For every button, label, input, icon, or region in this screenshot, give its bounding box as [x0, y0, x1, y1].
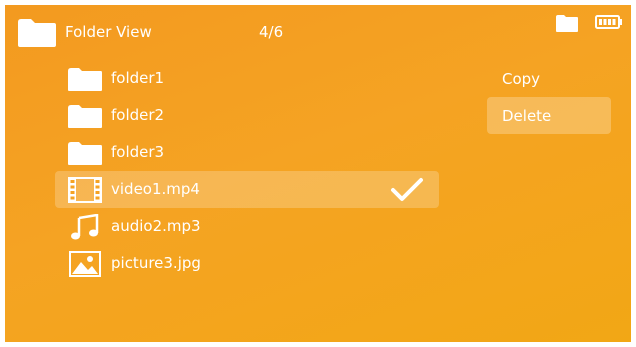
folder-icon: [18, 19, 56, 47]
list-item-label: picture3.jpg: [111, 254, 201, 272]
file-list: folder1 folder2 folder3 video1.mp4 audio…: [55, 60, 439, 282]
copy-label: Copy: [502, 70, 541, 88]
delete-label: Delete: [502, 107, 552, 125]
list-item-audio2[interactable]: audio2.mp3: [55, 208, 439, 245]
folder-icon: [556, 15, 578, 32]
folder-icon: [68, 105, 102, 128]
copy-button[interactable]: Copy: [487, 60, 611, 97]
music-note-icon: [71, 214, 99, 240]
list-item-video1[interactable]: video1.mp4: [55, 171, 439, 208]
battery-icon: [595, 15, 622, 29]
list-item-label: folder2: [111, 106, 165, 124]
list-item-label: audio2.mp3: [111, 217, 201, 235]
page-title: Folder View: [65, 23, 152, 41]
list-item-label: folder1: [111, 69, 165, 87]
list-item-label: folder3: [111, 143, 165, 161]
list-item-folder1[interactable]: folder1: [55, 60, 439, 97]
list-item-picture3[interactable]: picture3.jpg: [55, 245, 439, 282]
top-bar: Folder View 4/6: [5, 5, 631, 63]
list-item-folder3[interactable]: folder3: [55, 134, 439, 171]
context-menu: Copy Delete: [487, 60, 611, 134]
folder-icon: [68, 68, 102, 91]
list-item-label: video1.mp4: [111, 180, 200, 198]
checkmark-icon: [391, 178, 423, 201]
list-item-folder2[interactable]: folder2: [55, 97, 439, 134]
delete-button[interactable]: Delete: [487, 97, 611, 134]
image-icon: [69, 251, 101, 277]
screen: Folder View 4/6 folder1 folder2 folder3 …: [5, 5, 631, 342]
folder-icon: [68, 142, 102, 165]
item-counter: 4/6: [259, 23, 284, 41]
film-icon: [68, 177, 102, 203]
